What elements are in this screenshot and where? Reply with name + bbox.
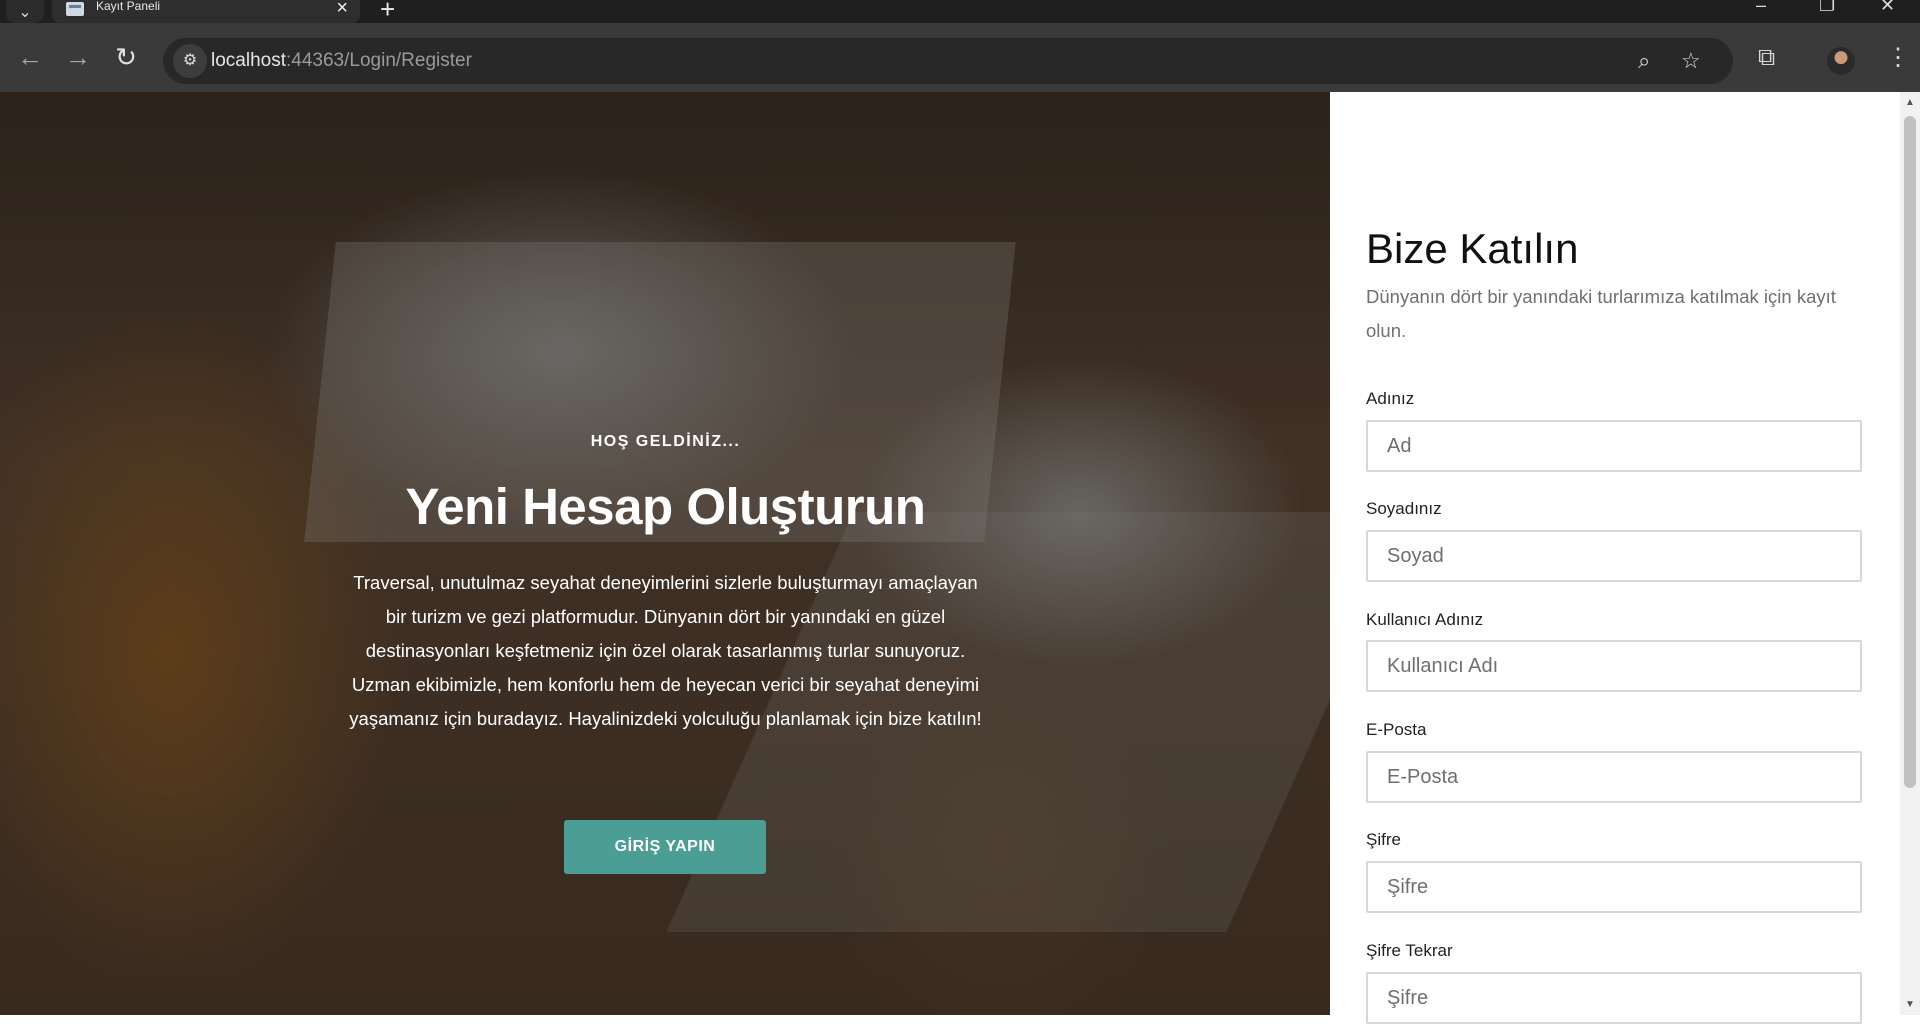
page-scrollbar[interactable]: ▲ ▼ [1900,92,1920,1015]
email-input[interactable] [1366,751,1862,803]
form-title: Bize Katılın [1366,225,1579,272]
scroll-down-icon[interactable]: ▼ [1905,1000,1915,1010]
back-arrow-icon[interactable]: ← [12,39,48,75]
url-host: localhost [211,50,286,71]
site-info-icon[interactable]: ⚙ [173,44,207,78]
hero-overlay [0,92,1330,1015]
password-confirm-input[interactable] [1366,972,1862,1024]
more-vert-icon[interactable]: ⋮ [1886,46,1910,70]
last-name-input[interactable] [1366,530,1862,582]
hero-description: Traversal, unutulmaz seyahat deneyimleri… [349,572,982,729]
tab-list-icon: ⌄ [18,3,32,21]
register-form-panel: Bize Katılın Dünyanın dört bir yanındaki… [1330,92,1900,1024]
hero-section: HOŞ GELDİNİZ... Yeni Hesap Oluşturun Tra… [0,92,1330,1015]
last-name-label: Soyadınız [1366,499,1442,518]
browser-toolbar: ← → ↻ ⚙ localhost:44363/Login/Register ⌕… [0,23,1920,92]
restore-icon[interactable]: ❐ [1819,0,1835,14]
minimize-icon[interactable]: – [1756,0,1766,14]
tab-list-button[interactable]: ⌄ [6,0,44,23]
url-path: :44363/Login/Register [286,50,472,71]
star-icon[interactable]: ☆ [1681,46,1701,76]
scroll-up-icon[interactable]: ▲ [1905,98,1915,108]
login-button[interactable]: GİRİŞ YAPIN [564,820,766,874]
profile-avatar-icon[interactable] [1827,47,1855,75]
password-confirm-label: Şifre Tekrar [1366,941,1453,960]
browser-tab[interactable]: Kayıt Paneli × [52,0,360,23]
first-name-label: Adınız [1366,389,1415,408]
email-label: E-Posta [1366,720,1427,739]
scrollbar-thumb[interactable] [1904,116,1916,788]
window-close-icon[interactable]: ✕ [1880,0,1895,14]
plus-icon[interactable]: + [380,0,395,22]
zoom-icon[interactable]: ⌕ [1638,46,1650,76]
tab-title: Kayıt Paneli [96,0,161,13]
reload-icon[interactable]: ↻ [108,39,144,75]
browser-tab-strip: ⌄ Kayıt Paneli × + – ❐ ✕ [0,0,1920,23]
password-label: Şifre [1366,830,1401,849]
hero-headline: Yeni Hesap Oluşturun [405,478,926,535]
password-input[interactable] [1366,861,1862,913]
username-input[interactable] [1366,640,1862,692]
form-subtitle: Dünyanın dört bir yanındaki turlarımıza … [1366,286,1836,341]
address-bar[interactable]: ⚙ localhost:44363/Login/Register ⌕ ☆ [163,38,1733,84]
page-favicon-icon [66,2,84,16]
url-text[interactable]: localhost:44363/Login/Register [211,50,472,72]
first-name-input[interactable] [1366,420,1862,472]
username-label: Kullanıcı Adınız [1366,610,1484,629]
close-icon[interactable]: × [336,0,348,18]
extensions-icon[interactable]: ⧉ [1758,46,1775,70]
hero-kicker: HOŞ GELDİNİZ... [590,433,741,450]
forward-arrow-icon[interactable]: → [60,39,96,75]
